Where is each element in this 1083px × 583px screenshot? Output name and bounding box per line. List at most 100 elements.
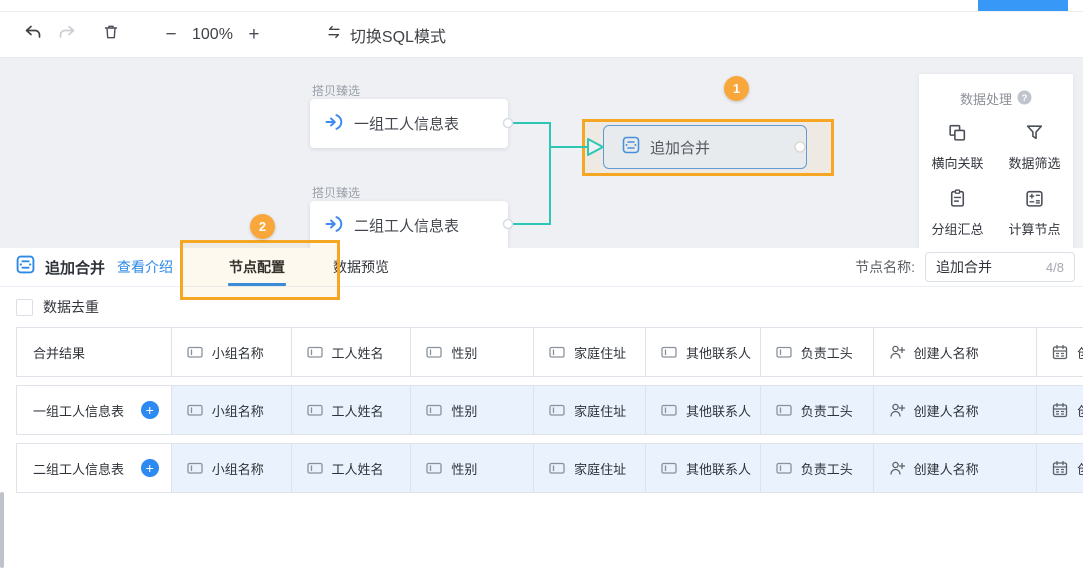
append-merge-icon xyxy=(16,255,35,279)
user-add-icon xyxy=(888,401,906,419)
add-field-button[interactable]: + xyxy=(141,401,159,419)
char-counter: 4/8 xyxy=(1046,260,1064,275)
field-cell[interactable]: 工人姓名 xyxy=(291,386,411,434)
field-icon xyxy=(775,401,793,419)
dedupe-label: 数据去重 xyxy=(43,297,99,317)
flow-canvas[interactable]: 搭贝臻选 一组工人信息表 搭贝臻选 二组工人信息表 追加合并 xyxy=(0,58,1083,248)
tab-data-preview[interactable]: 数据预览 xyxy=(309,248,413,286)
field-cell[interactable]: 其他联系人 xyxy=(645,386,760,434)
append-merge-icon xyxy=(622,136,640,158)
tool-horizontal-join[interactable]: 横向关联 xyxy=(919,122,996,172)
field-cell[interactable]: 家庭住址 xyxy=(533,444,645,492)
redo-button[interactable] xyxy=(50,18,84,52)
help-icon[interactable]: ? xyxy=(1017,90,1032,108)
field-icon xyxy=(425,343,443,361)
source-table-row: 二组工人信息表 + 小组名称 工人姓名 性别 家庭住址 其他联系人 负责工头 创建人名称 创建时间 xyxy=(16,443,1083,493)
undo-button[interactable] xyxy=(16,18,50,52)
source-node-group1[interactable]: 一组工人信息表 xyxy=(310,99,508,148)
field-label: 创建人名称 xyxy=(914,343,979,362)
field-cell[interactable]: 性别 xyxy=(410,444,533,492)
field-icon xyxy=(548,459,566,477)
field-icon xyxy=(548,401,566,419)
field-label: 负责工头 xyxy=(801,401,853,420)
zoom-in-button[interactable]: + xyxy=(241,22,267,48)
field-label: 性别 xyxy=(451,459,477,478)
field-icon xyxy=(548,343,566,361)
field-label: 其他联系人 xyxy=(686,459,751,478)
node-name-input[interactable]: 追加合并 4/8 xyxy=(925,252,1075,282)
field-label: 家庭住址 xyxy=(574,343,626,362)
node-name-group: 节点名称: 追加合并 4/8 xyxy=(855,252,1083,282)
tab-node-config[interactable]: 节点配置 xyxy=(205,248,309,286)
row-label: 二组工人信息表 xyxy=(33,459,124,478)
field-label: 工人姓名 xyxy=(332,343,384,362)
field-cell[interactable]: 性别 xyxy=(410,386,533,434)
data-processing-panel: 数据处理 ? 横向关联 数据筛选 xyxy=(919,74,1073,248)
source-node-tag: 搭贝臻选 xyxy=(312,184,360,201)
step-badge-2: 2 xyxy=(250,214,275,239)
config-header: 追加合并 查看介绍 节点配置 数据预览 节点名称: 追加合并 4/8 xyxy=(0,248,1083,287)
step-badge-1: 1 xyxy=(724,76,749,101)
field-cell[interactable]: 创建时间 xyxy=(1036,386,1083,434)
row-label-cell: 一组工人信息表 + xyxy=(17,386,171,434)
field-icon xyxy=(660,343,678,361)
zoom-out-button[interactable]: − xyxy=(158,22,184,48)
field-cell[interactable]: 小组名称 xyxy=(171,444,291,492)
merge-node[interactable]: 追加合并 xyxy=(603,125,807,169)
primary-action-button[interactable] xyxy=(978,0,1068,11)
field-cell[interactable]: 工人姓名 xyxy=(291,444,411,492)
field-icon xyxy=(306,401,324,419)
row-label-cell: 合并结果 xyxy=(17,328,171,376)
field-cell[interactable]: 负责工头 xyxy=(760,386,873,434)
browser-strip xyxy=(0,0,1083,12)
field-cell: 小组名称 xyxy=(171,328,291,376)
source-node-tag: 搭贝臻选 xyxy=(312,82,360,99)
merge-node-label: 追加合并 xyxy=(650,137,710,158)
field-cell: 负责工头 xyxy=(760,328,873,376)
input-table-icon xyxy=(324,214,344,238)
calculator-icon xyxy=(1024,188,1045,212)
field-label: 创建时间 xyxy=(1077,343,1083,362)
dedupe-checkbox[interactable] xyxy=(16,299,33,316)
input-table-icon xyxy=(324,112,344,136)
trash-icon xyxy=(101,22,121,47)
delete-node-button[interactable] xyxy=(94,18,128,52)
field-cell[interactable]: 其他联系人 xyxy=(645,444,760,492)
field-label: 家庭住址 xyxy=(574,459,626,478)
field-label: 性别 xyxy=(451,401,477,420)
tool-group-summary[interactable]: 分组汇总 xyxy=(919,188,996,238)
vertical-scrollbar-thumb[interactable] xyxy=(0,492,4,568)
user-add-icon xyxy=(888,459,906,477)
node-config-panel: 追加合并 查看介绍 节点配置 数据预览 节点名称: 追加合并 4/8 数据去重 … xyxy=(0,248,1083,501)
node-name-label: 节点名称: xyxy=(855,257,915,277)
field-icon xyxy=(306,459,324,477)
field-label: 创建时间 xyxy=(1077,459,1083,478)
overlap-squares-icon xyxy=(947,122,968,146)
add-field-button[interactable]: + xyxy=(141,459,159,477)
svg-text:?: ? xyxy=(1022,92,1028,103)
redo-icon xyxy=(57,22,77,47)
tool-data-filter[interactable]: 数据筛选 xyxy=(996,122,1073,172)
field-label: 工人姓名 xyxy=(332,459,384,478)
dedupe-row: 数据去重 xyxy=(0,287,1083,327)
field-cell[interactable]: 家庭住址 xyxy=(533,386,645,434)
tool-compute-node[interactable]: 计算节点 xyxy=(996,188,1073,238)
field-cell[interactable]: 负责工头 xyxy=(760,444,873,492)
source-node-group2[interactable]: 二组工人信息表 xyxy=(310,201,508,248)
field-icon xyxy=(775,459,793,477)
field-icon xyxy=(775,343,793,361)
field-label: 小组名称 xyxy=(212,459,264,478)
switch-sql-mode-button[interactable]: 切换SQL模式 xyxy=(325,23,446,47)
row-label: 一组工人信息表 xyxy=(33,401,124,420)
source-node-label: 一组工人信息表 xyxy=(354,113,459,134)
field-icon xyxy=(186,459,204,477)
field-cell[interactable]: 创建人名称 xyxy=(873,444,1037,492)
field-cell[interactable]: 创建人名称 xyxy=(873,386,1037,434)
config-tabs: 节点配置 数据预览 xyxy=(205,248,413,286)
field-cell[interactable]: 小组名称 xyxy=(171,386,291,434)
field-cell[interactable]: 创建时间 xyxy=(1036,444,1083,492)
field-icon xyxy=(186,401,204,419)
app-window: − 100% + 切换SQL模式 搭贝臻选 一组工人信息表 搭贝臻选 二组工人信… xyxy=(0,0,1083,583)
field-label: 负责工头 xyxy=(801,459,853,478)
view-intro-link[interactable]: 查看介绍 xyxy=(117,257,173,277)
